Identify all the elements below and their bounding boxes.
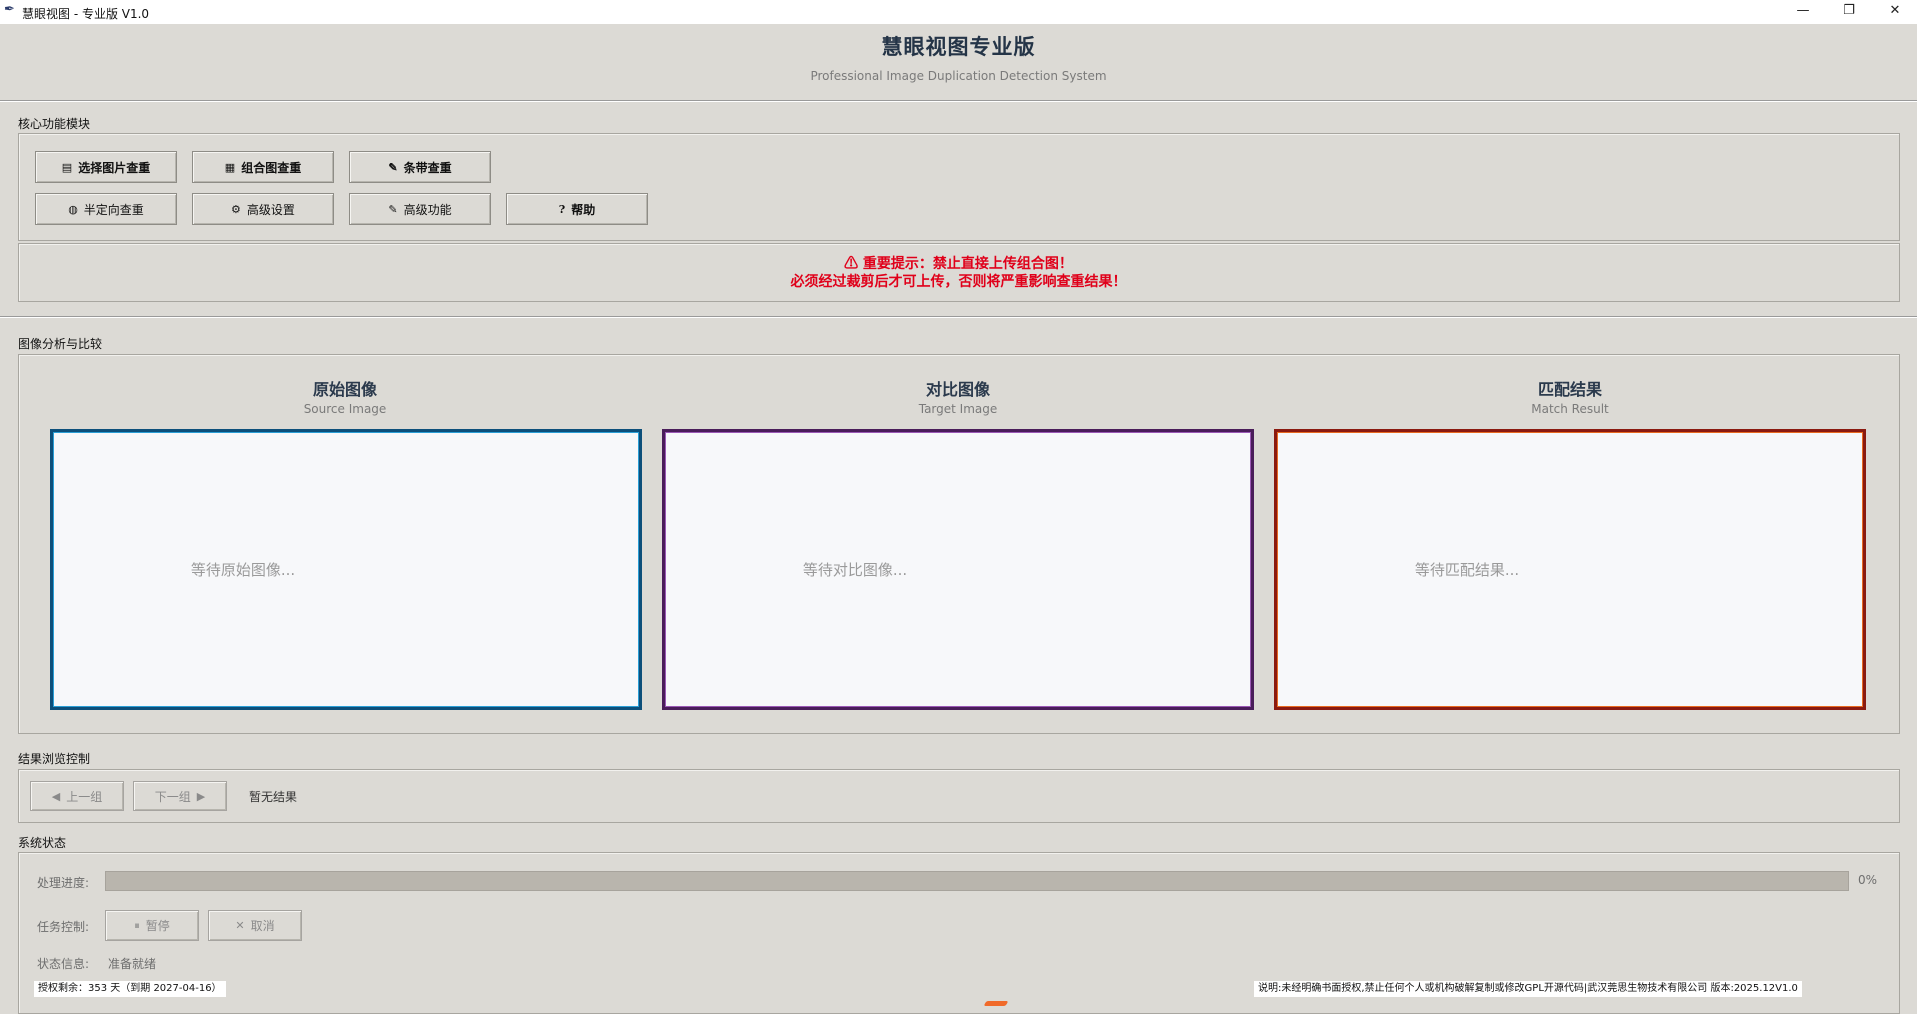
task-control-label: 任务控制: [37, 920, 90, 934]
divider [0, 317, 1917, 318]
pen-icon: ✎ [388, 160, 398, 174]
button-label: 选择图片查重 [78, 160, 151, 175]
browse-section-label: 结果浏览控制 [18, 752, 91, 766]
maximize-button[interactable]: ❐ [1826, 0, 1872, 24]
source-image-title: 原始图像 [312, 380, 377, 399]
button-label: 取消 [250, 919, 275, 933]
progress-bar [105, 871, 1849, 891]
target-image-title: 对比图像 [925, 380, 990, 399]
combined-image-check-button[interactable]: ▦ 组合图查重 [192, 151, 334, 183]
app-subtitle: Professional Image Duplication Detection… [810, 69, 1107, 83]
browse-status: 暂无结果 [249, 790, 298, 804]
divider [0, 101, 1917, 102]
progress-label: 处理进度: [37, 876, 90, 890]
gear-icon: ⚙ [231, 202, 241, 216]
help-button[interactable]: ? 帮助 [506, 193, 648, 225]
match-result-title: 匹配结果 [1537, 380, 1602, 399]
pause-button[interactable]: ⏸ 暂停 [105, 910, 199, 941]
window-title: 慧眼视图 - 专业版 V1.0 [22, 7, 150, 21]
button-label: 组合图查重 [241, 160, 302, 175]
close-button[interactable]: ✕ [1872, 0, 1917, 24]
button-label: 上一组 [66, 789, 103, 804]
next-group-button[interactable]: 下一组 ▶ [133, 781, 227, 811]
orange-mark [983, 1001, 1009, 1006]
license-remaining: 授权剩余：353 天（到期 2027-04-16） [34, 981, 226, 997]
status-info-value: 准备就绪 [108, 957, 157, 971]
status-info-label: 状态信息: [37, 957, 90, 971]
next-arrow-icon: ▶ [196, 789, 206, 803]
source-image-placeholder: 等待原始图像... [190, 561, 296, 579]
advanced-features-button[interactable]: ✎ 高级功能 [349, 193, 491, 225]
source-image-subtitle: Source Image [303, 402, 387, 416]
cancel-icon: ✕ [235, 919, 245, 932]
core-section-label: 核心功能模块 [18, 117, 91, 131]
match-result-panel[interactable]: 等待匹配结果... [1274, 429, 1866, 710]
window-titlebar: ✒ 慧眼视图 - 专业版 V1.0 — ❐ ✕ [0, 0, 1917, 24]
button-label: 暂停 [145, 919, 170, 933]
source-image-panel[interactable]: 等待原始图像... [50, 429, 642, 710]
target-image-placeholder: 等待对比图像... [802, 561, 908, 579]
prev-arrow-icon: ◀ [51, 789, 61, 803]
button-label: 条带查重 [403, 160, 452, 175]
match-result-subtitle: Match Result [1531, 402, 1609, 416]
advanced-settings-button[interactable]: ⚙ 高级设置 [192, 193, 334, 225]
system-section-label: 系统状态 [18, 836, 67, 850]
feather-icon: ✒ [4, 2, 15, 17]
match-result-placeholder: 等待匹配结果... [1414, 561, 1520, 579]
grid-icon: ▦ [224, 160, 236, 174]
warning-text-line1: ⚠ 重要提示：禁止直接上传组合图！ [844, 256, 1073, 272]
analysis-section-label: 图像分析与比较 [18, 337, 103, 351]
button-label: 帮助 [571, 202, 596, 217]
button-label: 半定向查重 [83, 202, 144, 217]
app-title: 慧眼视图专业版 [881, 34, 1036, 59]
semi-directed-check-button[interactable]: ◍ 半定向查重 [35, 193, 177, 225]
wrench-icon: ✎ [388, 202, 398, 216]
copyright-notice: 说明:未经明确书面授权,禁止任何个人或机构破解复制或修改GPL开源代码|武汉莞思… [1254, 981, 1802, 997]
select-image-check-button[interactable]: ▤ 选择图片查重 [35, 151, 177, 183]
progress-percent: 0% [1858, 873, 1878, 887]
question-icon: ? [558, 202, 566, 216]
image-select-icon: ▤ [61, 160, 73, 174]
previous-group-button[interactable]: ◀ 上一组 [30, 781, 124, 811]
target-icon: ◍ [68, 202, 78, 216]
target-image-panel[interactable]: 等待对比图像... [662, 429, 1254, 710]
strip-check-button[interactable]: ✎ 条带查重 [349, 151, 491, 183]
minimize-button[interactable]: — [1780, 0, 1826, 24]
button-label: 高级功能 [403, 202, 452, 217]
button-label: 高级设置 [246, 202, 295, 217]
target-image-subtitle: Target Image [918, 402, 998, 416]
pause-icon: ⏸ [134, 918, 140, 932]
button-label: 下一组 [154, 789, 191, 804]
browse-group-box [18, 769, 1900, 823]
warning-text-line2: 必须经过裁剪后才可上传，否则将严重影响查重结果！ [790, 274, 1127, 290]
cancel-button[interactable]: ✕ 取消 [208, 910, 302, 941]
